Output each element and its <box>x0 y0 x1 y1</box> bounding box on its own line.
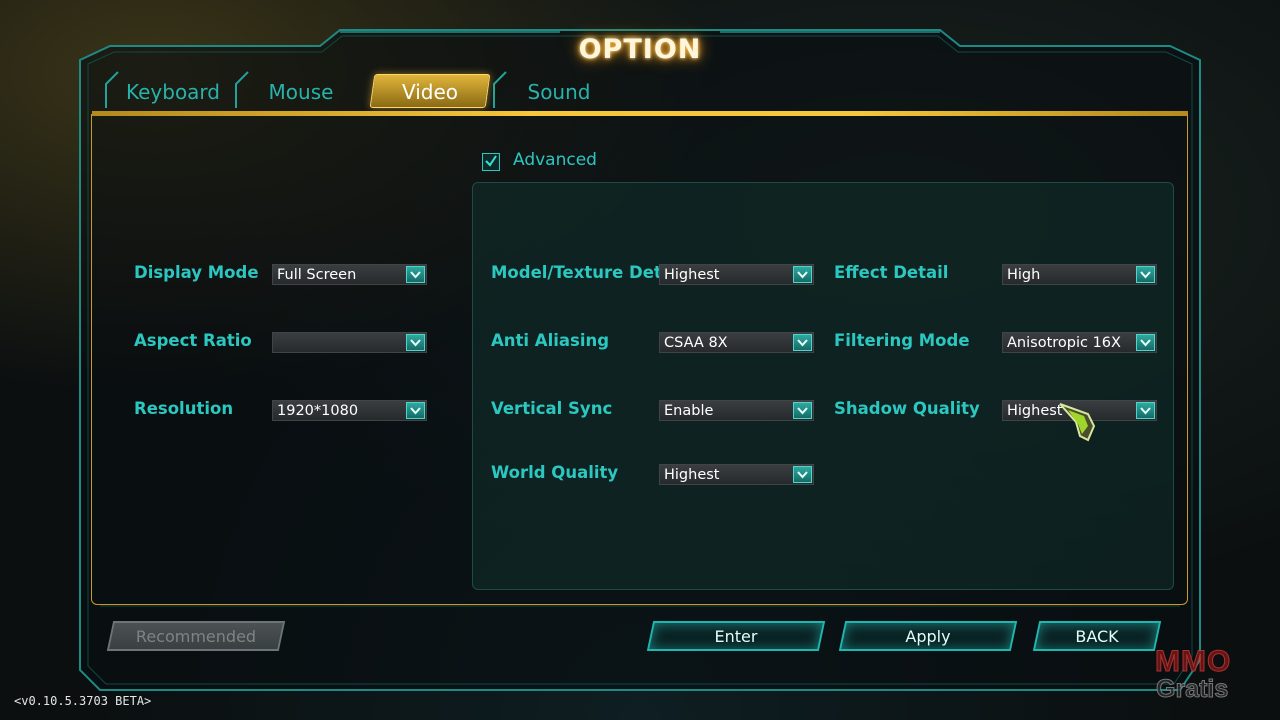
tab-video-label: Video <box>401 80 459 104</box>
resolution-value: 1920*1080 <box>277 403 359 419</box>
model-texture-detail-label: Model/Texture Detail <box>491 263 685 282</box>
recommended-button-label: Recommended <box>135 627 257 646</box>
apply-button-label: Apply <box>905 627 951 646</box>
filtering-mode-select[interactable]: Anisotropic 16X <box>1002 332 1157 353</box>
tab-keyboard[interactable]: Keyboard <box>118 74 228 108</box>
back-button[interactable]: BACK <box>1032 621 1162 651</box>
option-title: OPTION <box>578 34 702 65</box>
display-mode-select[interactable]: Full Screen <box>272 264 427 285</box>
advanced-checkbox[interactable] <box>482 153 500 171</box>
enter-button-label: Enter <box>714 627 758 646</box>
effect-detail-value: High <box>1007 267 1041 283</box>
tab-video[interactable]: Video <box>369 74 491 108</box>
tab-keyboard-label: Keyboard <box>125 80 220 104</box>
world-quality-select[interactable]: Highest <box>659 464 814 485</box>
tab-sound[interactable]: Sound <box>506 74 612 108</box>
chevron-down-icon[interactable] <box>793 266 812 283</box>
tab-sound-label: Sound <box>527 80 591 104</box>
effect-detail-label: Effect Detail <box>834 263 949 282</box>
shadow-quality-value: Highest <box>1007 403 1063 419</box>
anti-aliasing-label: Anti Aliasing <box>491 331 610 350</box>
chevron-down-icon[interactable] <box>1136 266 1155 283</box>
advanced-settings-panel <box>472 182 1174 590</box>
filtering-mode-label: Filtering Mode <box>834 331 970 350</box>
resolution-label: Resolution <box>134 399 234 418</box>
effect-detail-select[interactable]: High <box>1002 264 1157 285</box>
display-mode-label: Display Mode <box>134 263 259 282</box>
recommended-button[interactable]: Recommended <box>106 621 286 651</box>
chevron-down-icon[interactable] <box>793 466 812 483</box>
chevron-down-icon[interactable] <box>1136 402 1155 419</box>
chevron-down-icon[interactable] <box>406 334 425 351</box>
pointer-cursor-icon <box>1059 403 1096 442</box>
anti-aliasing-value: CSAA 8X <box>664 335 728 351</box>
watermark-line1: MMO <box>1154 645 1232 679</box>
display-mode-value: Full Screen <box>277 267 357 283</box>
vertical-sync-label: Vertical Sync <box>491 399 613 418</box>
aspect-ratio-label: Aspect Ratio <box>134 331 252 350</box>
watermark-line2: Gratis <box>1155 675 1229 704</box>
chevron-down-icon[interactable] <box>793 402 812 419</box>
vertical-sync-select[interactable]: Enable <box>659 400 814 421</box>
advanced-label: Advanced <box>513 150 597 170</box>
vertical-sync-value: Enable <box>664 403 714 419</box>
tab-mouse-label: Mouse <box>268 80 334 104</box>
chevron-down-icon[interactable] <box>1136 334 1155 351</box>
world-quality-value: Highest <box>664 467 720 483</box>
apply-button[interactable]: Apply <box>838 621 1018 651</box>
shadow-quality-label: Shadow Quality <box>834 399 980 418</box>
model-texture-detail-select[interactable]: Highest <box>659 264 814 285</box>
anti-aliasing-select[interactable]: CSAA 8X <box>659 332 814 353</box>
chevron-down-icon[interactable] <box>793 334 812 351</box>
back-button-label: BACK <box>1075 627 1119 646</box>
world-quality-label: World Quality <box>491 463 619 482</box>
model-texture-detail-value: Highest <box>664 267 720 283</box>
resolution-select[interactable]: 1920*1080 <box>272 400 427 421</box>
checkmark-icon <box>485 155 497 167</box>
tab-mouse[interactable]: Mouse <box>248 74 354 108</box>
chevron-down-icon[interactable] <box>406 402 425 419</box>
aspect-ratio-select[interactable] <box>272 332 427 353</box>
enter-button[interactable]: Enter <box>646 621 826 651</box>
version-label: <v0.10.5.3703 BETA> <box>14 694 152 708</box>
chevron-down-icon[interactable] <box>406 266 425 283</box>
filtering-mode-value: Anisotropic 16X <box>1007 335 1121 351</box>
